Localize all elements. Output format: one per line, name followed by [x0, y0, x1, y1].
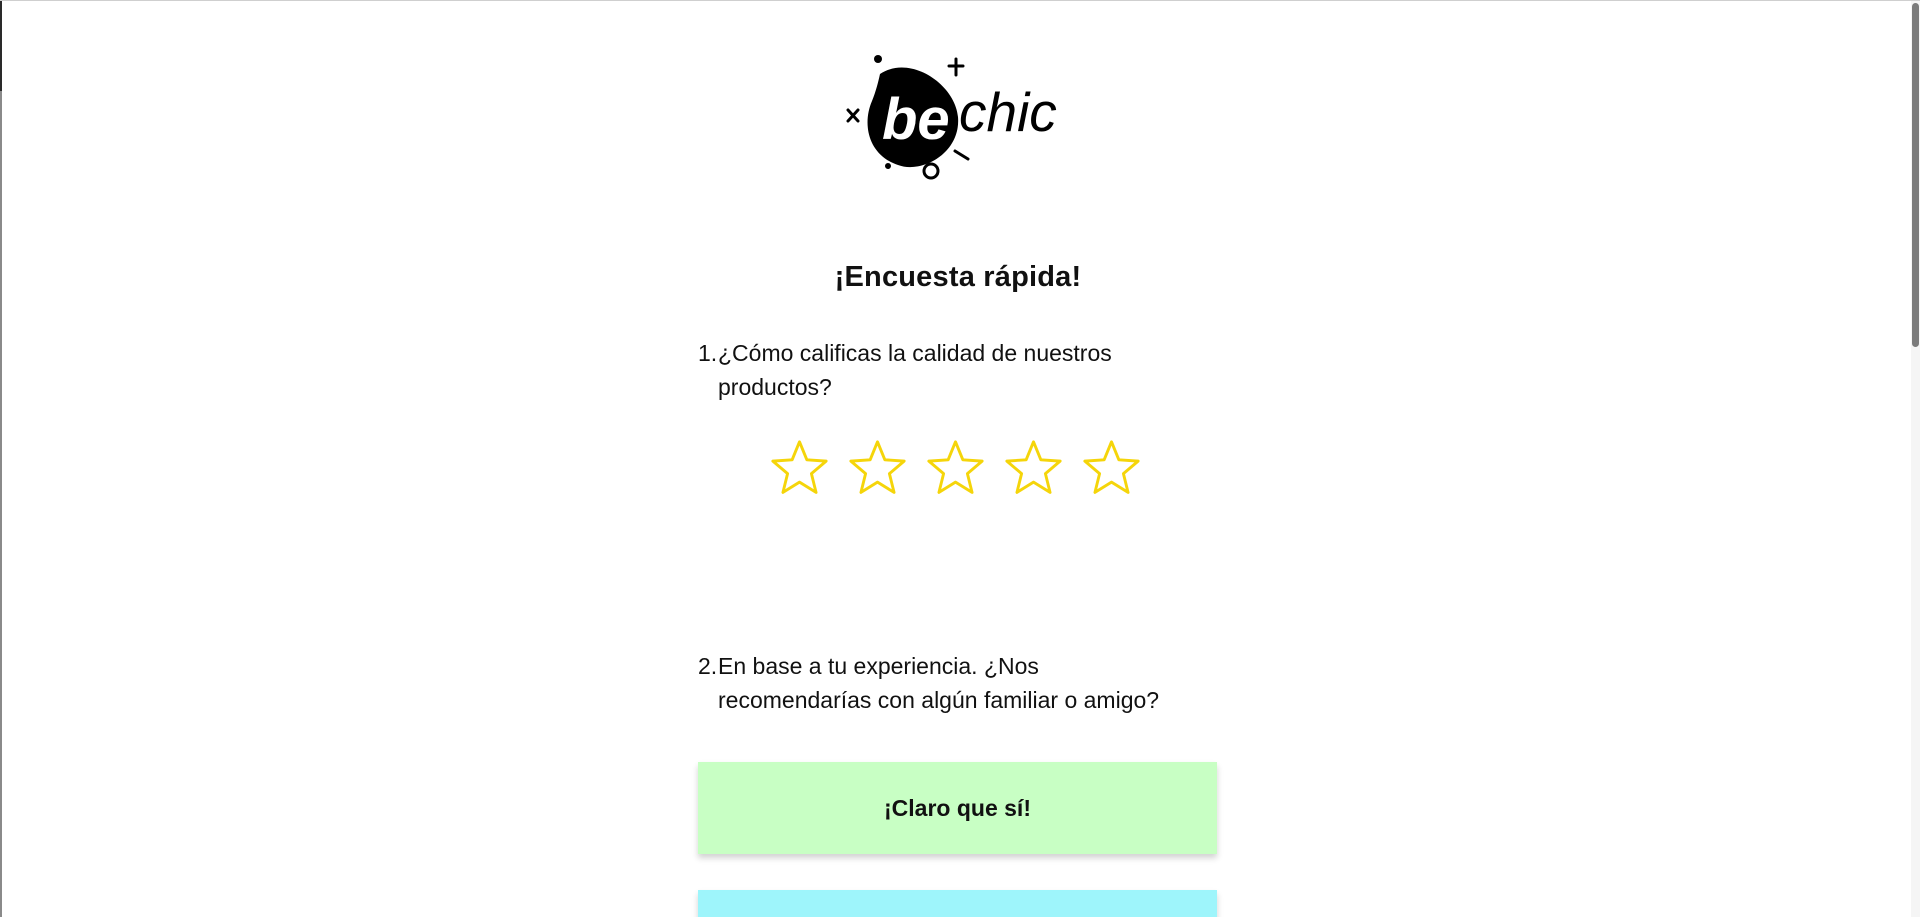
logo-text-be: be — [882, 87, 950, 152]
question-1: 1. ¿Cómo calificas la calidad de nuestro… — [698, 336, 1218, 404]
star-rating[interactable] — [768, 437, 1148, 499]
star-3-icon[interactable] — [924, 437, 987, 499]
vertical-scrollbar[interactable] — [1911, 1, 1920, 917]
window-left-edge-lower — [0, 91, 2, 917]
page: be chic ¡Encuesta rápida! 1. ¿Cómo calif… — [0, 0, 1920, 917]
star-5-icon[interactable] — [1080, 437, 1143, 499]
star-1-icon[interactable] — [768, 437, 831, 499]
question-1-text: ¿Cómo calificas la calidad de nuestros p… — [718, 340, 1112, 400]
star-2-icon[interactable] — [846, 437, 909, 499]
logo-mark: be chic — [846, 55, 1057, 180]
answer-yes-button[interactable]: ¡Claro que sí! — [698, 762, 1217, 854]
survey-title: ¡Encuesta rápida! — [834, 261, 1082, 293]
star-4-icon[interactable] — [1002, 437, 1065, 499]
question-2-text: En base a tu experiencia. ¿Nos recomenda… — [718, 653, 1160, 713]
question-2-number: 2. — [698, 653, 718, 679]
answer-option-2-button[interactable] — [698, 890, 1217, 917]
scrollbar-thumb[interactable] — [1912, 3, 1919, 347]
question-2: 2. En base a tu experiencia. ¿Nos recome… — [698, 649, 1218, 717]
logo-text-chic: chic — [959, 81, 1057, 143]
bechic-logo: be chic — [840, 49, 1080, 184]
question-1-number: 1. — [698, 340, 718, 366]
